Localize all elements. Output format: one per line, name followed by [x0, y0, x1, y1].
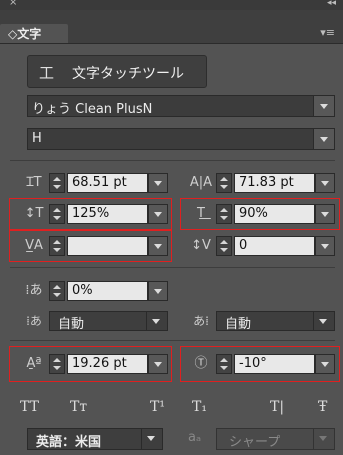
- all-caps-button[interactable]: TT: [20, 399, 39, 415]
- touch-type-label: 文字タッチツール: [72, 66, 184, 82]
- chevron-down-icon[interactable]: [313, 96, 334, 116]
- aki-right-select[interactable]: 自動: [216, 311, 335, 332]
- divider: [10, 340, 335, 341]
- rotation-field: Ⓣ -10°: [187, 353, 335, 375]
- font-size-field: ꞮT 68.51 pt: [20, 172, 168, 194]
- chevron-down-icon[interactable]: [148, 204, 168, 224]
- collapse-icon[interactable]: ◂◂: [327, 0, 336, 8]
- baseline-shift-stepper[interactable]: [49, 354, 65, 374]
- kerning-icon: V̲A: [25, 238, 43, 253]
- kerning-field: V̲A: [20, 235, 168, 257]
- chevron-down-icon[interactable]: [148, 173, 168, 193]
- vertical-scale-input[interactable]: 125%: [67, 204, 148, 224]
- panel-menu-icon[interactable]: ▾≡: [320, 26, 335, 39]
- touch-type-icon: 工: [39, 64, 55, 82]
- chevron-down-icon[interactable]: [315, 354, 335, 374]
- tab-character[interactable]: ◇文字: [0, 24, 68, 43]
- divider: [10, 160, 335, 161]
- vertical-scale-field: ↕T 125%: [20, 203, 168, 225]
- tracking-field: ↕V 0: [187, 235, 335, 257]
- vertical-scale-stepper[interactable]: [49, 204, 65, 224]
- chevron-down-icon[interactable]: [315, 204, 335, 224]
- chevron-down-icon[interactable]: [313, 429, 334, 449]
- tracking-icon: ↕V: [191, 238, 211, 253]
- aki-left-icon: ⁞あ: [26, 314, 42, 328]
- tab-label: ◇文字: [8, 27, 42, 41]
- antialias-select[interactable]: シャープ: [216, 428, 335, 450]
- baseline-shift-icon: A̱ª: [26, 356, 42, 371]
- font-style-select[interactable]: H: [27, 128, 335, 150]
- aki-right-icon: あ⁞: [193, 314, 209, 328]
- chevron-down-icon[interactable]: [148, 236, 168, 256]
- character-panel: × ◂◂ ◇文字 ▾≡ 工 文字タッチツール りょう Clean PlusN H…: [0, 0, 343, 455]
- tsume-field: ⁞あ 0%: [20, 280, 168, 302]
- baseline-shift-field: A̱ª 19.26 pt: [20, 353, 168, 375]
- vertical-scale-icon: ↕T: [24, 206, 44, 221]
- tab-bar: ◇文字 ▾≡: [0, 10, 343, 44]
- horizontal-scale-input[interactable]: 90%: [234, 204, 315, 224]
- type-style-buttons: TT Tт T¹ T₁ T| Ŧ: [20, 399, 335, 419]
- chevron-down-icon[interactable]: [148, 354, 168, 374]
- kerning-input[interactable]: [67, 236, 148, 256]
- leading-stepper[interactable]: [216, 173, 232, 193]
- horizontal-scale-icon: T͟: [197, 206, 205, 221]
- panel-titlebar: × ◂◂: [0, 0, 343, 10]
- chevron-down-icon[interactable]: [315, 236, 335, 256]
- touch-type-tool-button[interactable]: 工 文字タッチツール: [27, 55, 207, 88]
- aki-left-select[interactable]: 自動: [49, 311, 168, 332]
- kerning-stepper[interactable]: [49, 236, 65, 256]
- divider: [10, 267, 335, 268]
- leading-field: A|A 71.83 pt: [187, 172, 335, 194]
- superscript-button[interactable]: T¹: [150, 399, 165, 415]
- font-family-value: りょう Clean PlusN: [32, 102, 153, 117]
- chevron-down-icon[interactable]: [148, 281, 168, 301]
- strikethrough-button[interactable]: Ŧ: [318, 399, 327, 415]
- chevron-down-icon[interactable]: [315, 173, 335, 193]
- horizontal-scale-field: T͟ 90%: [187, 203, 335, 225]
- tracking-stepper[interactable]: [216, 236, 232, 256]
- leading-input[interactable]: 71.83 pt: [234, 173, 315, 193]
- rotation-stepper[interactable]: [216, 354, 232, 374]
- baseline-shift-input[interactable]: 19.26 pt: [67, 354, 148, 374]
- font-size-icon: ꞮT: [26, 175, 42, 190]
- aki-right-field: あ⁞ 自動: [187, 310, 335, 332]
- leading-icon: A|A: [189, 175, 213, 190]
- chevron-down-icon[interactable]: [146, 312, 167, 330]
- rotation-icon: Ⓣ: [194, 356, 208, 371]
- tsume-input[interactable]: 0%: [67, 281, 148, 301]
- language-select[interactable]: 英語：米国: [27, 428, 163, 450]
- tsume-icon: ⁞あ: [25, 283, 43, 298]
- rotation-input[interactable]: -10°: [234, 354, 315, 374]
- subscript-button[interactable]: T₁: [192, 399, 207, 415]
- tracking-input[interactable]: 0: [234, 236, 315, 256]
- close-icon[interactable]: ×: [9, 0, 17, 8]
- font-family-select[interactable]: りょう Clean PlusN: [27, 95, 335, 117]
- tsume-stepper[interactable]: [49, 281, 65, 301]
- small-caps-button[interactable]: Tт: [70, 399, 87, 415]
- font-size-input[interactable]: 68.51 pt: [67, 173, 148, 193]
- underline-button[interactable]: T|: [270, 399, 284, 415]
- chevron-down-icon[interactable]: [313, 129, 334, 149]
- aki-left-field: ⁞あ 自動: [20, 310, 168, 332]
- horizontal-scale-stepper[interactable]: [216, 204, 232, 224]
- antialias-icon: aₐ: [188, 430, 202, 445]
- chevron-down-icon[interactable]: [141, 429, 162, 449]
- chevron-down-icon[interactable]: [313, 312, 334, 330]
- font-size-stepper[interactable]: [49, 173, 65, 193]
- font-style-value: H: [32, 131, 42, 146]
